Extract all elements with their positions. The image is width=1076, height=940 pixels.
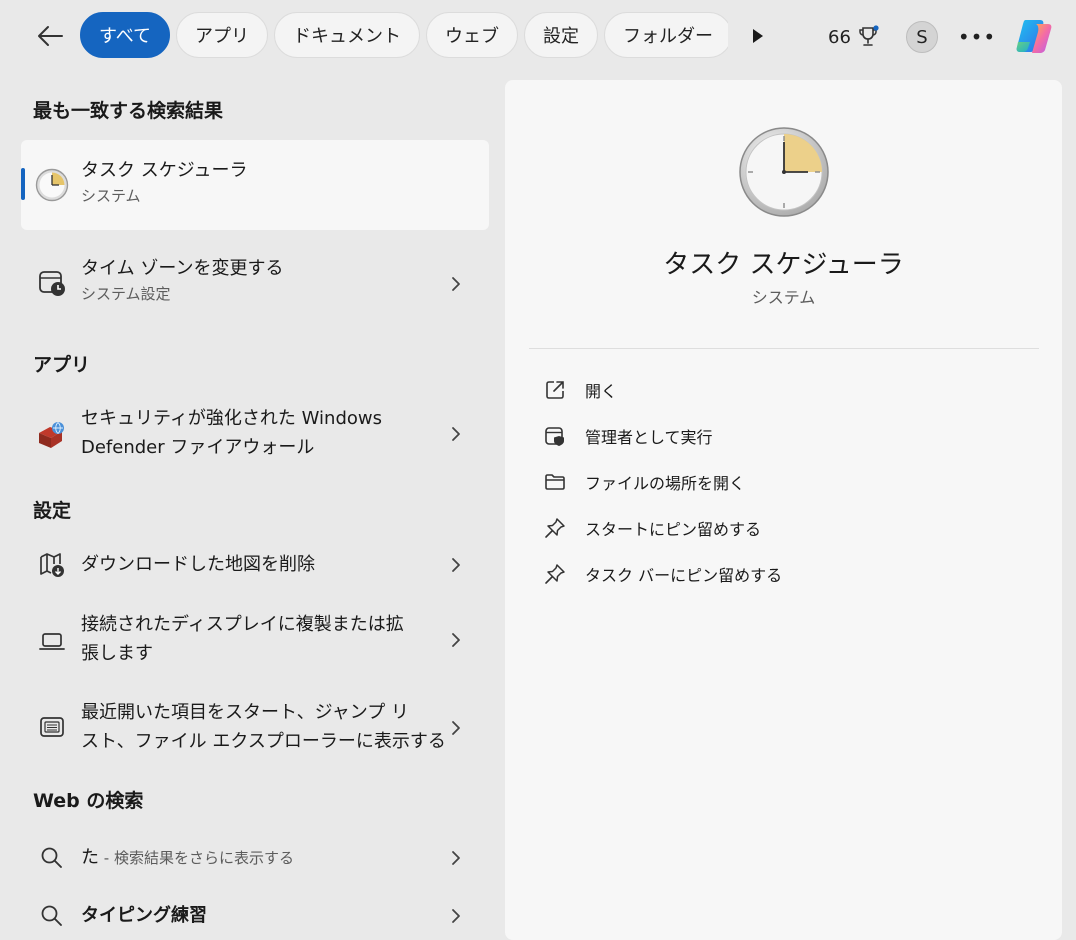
tab-apps[interactable]: アプリ: [176, 12, 269, 58]
points-value: 66: [828, 26, 851, 48]
action-label: スタートにピン留めする: [585, 520, 762, 539]
chevron-right-icon: [452, 277, 460, 291]
web-query: た: [81, 847, 99, 868]
action-open-file-location[interactable]: ファイルの場所を開く: [529, 462, 1029, 502]
result-subtitle: システム: [81, 187, 141, 205]
shield-window-icon: [541, 422, 569, 450]
filter-tabs: すべてアプリドキュメントウェブ設定フォルダー写真: [80, 12, 728, 60]
avatar-letter: S: [916, 26, 928, 48]
best-match-heading: 最も一致する検索結果: [33, 100, 224, 122]
web-search-item[interactable]: た - 検索結果をさらに表示する: [21, 836, 489, 880]
action-pin-taskbar[interactable]: タスク バーにピン留めする: [529, 554, 1029, 594]
detail-subtitle: システム: [751, 288, 816, 307]
tab-folders[interactable]: フォルダー: [604, 12, 728, 58]
action-open[interactable]: 開く: [529, 370, 1029, 410]
divider: [529, 348, 1039, 349]
search-icon: [35, 899, 69, 933]
result-text: タイム ゾーンを変更する システム設定: [81, 254, 449, 305]
web-search-text: た - 検索結果をさらに表示する: [81, 843, 449, 872]
more-tabs-button[interactable]: [748, 24, 768, 48]
firewall-icon: [35, 418, 69, 452]
ellipsis-icon: •••: [957, 25, 997, 49]
action-run-as-admin[interactable]: 管理者として実行: [529, 416, 1029, 456]
result-text: タスク スケジューラ システム: [81, 156, 449, 207]
detail-title: タスク スケジューラ: [663, 250, 904, 280]
setting-recent-items[interactable]: 最近開いた項目をスタート、ジャンプ リ スト、ファイル エクスプローラーに表示す…: [21, 694, 489, 760]
open-external-icon: [541, 376, 569, 404]
action-label: 管理者として実行: [585, 428, 713, 447]
copilot-button[interactable]: [1012, 14, 1056, 58]
result-firewall-app[interactable]: セキュリティが強化された Windows Defender ファイアウォール: [21, 392, 489, 476]
task-scheduler-clock-icon: [739, 127, 829, 217]
web-hint: - 検索結果をさらに表示する: [99, 849, 294, 867]
search-icon: [35, 841, 69, 875]
web-search-heading: Web の検索: [33, 790, 144, 812]
result-title-line2: Defender ファイアウォール: [81, 437, 315, 458]
chevron-right-icon: [452, 721, 460, 735]
setting-text: 接続されたディスプレイに複製または拡 張します: [81, 610, 449, 668]
action-label: タスク バーにピン留めする: [585, 566, 783, 585]
action-label: ファイルの場所を開く: [585, 474, 746, 493]
setting-title-line1: 最近開いた項目をスタート、ジャンプ リ: [81, 702, 409, 723]
chevron-right-icon: [452, 427, 460, 441]
more-options-button[interactable]: •••: [958, 22, 995, 52]
rewards-points[interactable]: 66: [828, 22, 879, 52]
tab-settings[interactable]: 設定: [524, 12, 599, 58]
settings-heading: 設定: [33, 500, 72, 522]
user-avatar[interactable]: S: [906, 21, 938, 53]
result-text: セキュリティが強化された Windows Defender ファイアウォール: [81, 404, 449, 462]
web-query: タイピング練習: [81, 905, 207, 926]
detail-panel: タスク スケジューラ システム 開く 管理者として実行 ファイルの場所を開く ス…: [505, 80, 1062, 940]
list-window-icon: [35, 710, 69, 744]
tab-web[interactable]: ウェブ: [426, 12, 519, 58]
back-button[interactable]: [30, 18, 70, 54]
action-pin-start[interactable]: スタートにピン留めする: [529, 508, 1029, 548]
setting-title-line2: スト、ファイル エクスプローラーに表示する: [81, 731, 446, 752]
web-search-item[interactable]: タイピング練習: [21, 894, 489, 938]
pin-icon: [541, 560, 569, 588]
folder-icon: [541, 468, 569, 496]
apps-heading: アプリ: [33, 354, 91, 376]
setting-delete-maps[interactable]: ダウンロードした地図を削除: [21, 540, 489, 590]
chevron-right-icon: [452, 909, 460, 923]
search-filter-bar: すべてアプリドキュメントウェブ設定フォルダー写真 66 S •••: [0, 0, 1076, 76]
chevron-right-icon: [452, 558, 460, 572]
copilot-icon: [1016, 20, 1052, 53]
arrow-left-icon: [38, 26, 63, 46]
trophy-icon: [859, 25, 879, 46]
result-title: タイム ゾーンを変更する: [81, 258, 284, 279]
map-download-icon: [35, 548, 69, 582]
setting-title-line1: 接続されたディスプレイに複製または拡: [81, 614, 404, 635]
tab-all[interactable]: すべて: [80, 12, 171, 58]
setting-title: ダウンロードした地図を削除: [81, 554, 315, 575]
chevron-right-icon: [452, 633, 460, 647]
setting-text: 最近開いた項目をスタート、ジャンプ リ スト、ファイル エクスプローラーに表示す…: [81, 698, 449, 756]
chevron-right-icon: [452, 851, 460, 865]
tab-documents[interactable]: ドキュメント: [274, 12, 421, 58]
calendar-clock-icon: [35, 266, 69, 300]
result-subtitle: システム設定: [81, 285, 171, 303]
play-arrow-icon: [753, 29, 763, 43]
setting-text: ダウンロードした地図を削除: [81, 550, 449, 579]
result-title-line1: セキュリティが強化された Windows: [81, 408, 382, 429]
setting-duplicate-display[interactable]: 接続されたディスプレイに複製または拡 張します: [21, 604, 489, 676]
laptop-icon: [35, 624, 69, 658]
selection-indicator: [21, 168, 25, 200]
pin-icon: [541, 514, 569, 542]
result-task-scheduler[interactable]: タスク スケジューラ システム: [21, 140, 489, 230]
clock-icon: [35, 168, 69, 202]
setting-title-line2: 張します: [81, 643, 153, 664]
result-title: タスク スケジューラ: [81, 160, 248, 181]
result-change-timezone[interactable]: タイム ゾーンを変更する システム設定: [21, 240, 489, 326]
action-label: 開く: [585, 382, 618, 401]
results-list: 最も一致する検索結果 タスク スケジューラ システム タイム ゾーンを変更する …: [0, 76, 505, 926]
